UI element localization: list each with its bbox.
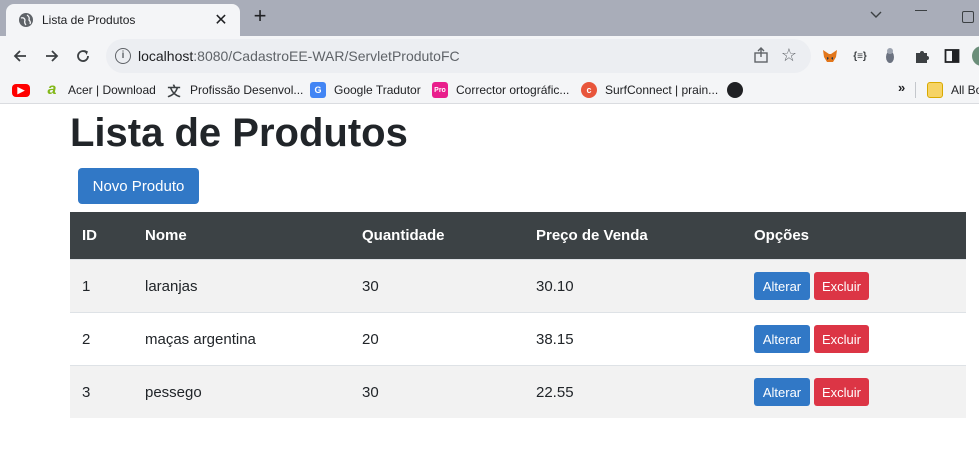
tab-lista-de-produtos[interactable]: Lista de Produtos ✕ bbox=[6, 4, 240, 36]
surfconnect-icon: c bbox=[581, 82, 597, 98]
bookmark-profissao[interactable]: 文 Profissão Desenvol... bbox=[166, 80, 303, 100]
maximize-button[interactable] bbox=[962, 11, 974, 23]
side-panel-icon[interactable] bbox=[942, 46, 962, 66]
page-title: Lista de Produtos bbox=[70, 111, 408, 155]
edit-button[interactable]: Alterar bbox=[754, 378, 810, 406]
column-header-nome: Nome bbox=[145, 227, 187, 244]
chevron-down-icon[interactable] bbox=[870, 8, 882, 22]
bookmark-acer[interactable]: a Acer | Download bbox=[44, 80, 156, 100]
column-header-preco: Preço de Venda bbox=[536, 227, 648, 244]
divider bbox=[915, 82, 916, 98]
delete-button[interactable]: Excluir bbox=[814, 325, 869, 353]
metamask-icon[interactable] bbox=[820, 46, 840, 66]
cell-nome: laranjas bbox=[145, 277, 198, 295]
address-bar[interactable]: i localhost:8080/CadastroEE-WAR/ServletP… bbox=[106, 39, 811, 73]
forward-arrow-icon[interactable] bbox=[41, 45, 63, 67]
new-product-button[interactable]: Novo Produto bbox=[78, 168, 199, 204]
tab-strip: Lista de Produtos ✕ + bbox=[0, 0, 979, 36]
cell-quantidade: 30 bbox=[362, 277, 379, 295]
bookmark-label: SurfConnect | prain... bbox=[605, 83, 719, 97]
reload-icon[interactable] bbox=[72, 45, 94, 67]
url-text[interactable]: localhost:8080/CadastroEE-WAR/ServletPro… bbox=[138, 48, 460, 64]
bookmark-corrector[interactable]: Pro Corrector ortográfic... bbox=[432, 80, 569, 100]
bookmarks-overflow-button[interactable]: » bbox=[898, 80, 905, 95]
cell-nome: maças argentina bbox=[145, 330, 256, 348]
cell-opcoes: Alterar Excluir bbox=[754, 313, 869, 365]
translate-icon: 文 bbox=[167, 83, 181, 99]
bookmark-google-tradutor[interactable]: G Google Tradutor bbox=[310, 80, 421, 100]
spellcheck-icon: Pro bbox=[432, 82, 448, 98]
url-path: :8080/CadastroEE-WAR/ServletProdutoFC bbox=[193, 48, 460, 64]
all-bookmarks-label: All Bo bbox=[951, 83, 979, 97]
back-arrow-icon[interactable] bbox=[9, 45, 31, 67]
browser-toolbar: i localhost:8080/CadastroEE-WAR/ServletP… bbox=[0, 36, 979, 76]
browser-window: Lista de Produtos ✕ + i localhost:8080/C… bbox=[0, 0, 979, 473]
bookmark-label: Corrector ortográfic... bbox=[456, 83, 570, 97]
puzzle-icon[interactable] bbox=[912, 46, 932, 66]
url-host: localhost bbox=[138, 48, 194, 64]
google-translate-icon: G bbox=[310, 82, 326, 98]
acer-icon: a bbox=[47, 81, 57, 98]
bookmark-label: Profissão Desenvol... bbox=[190, 83, 304, 97]
bookmark-surfconnect[interactable]: c SurfConnect | prain... bbox=[581, 80, 718, 100]
cell-quantidade: 20 bbox=[362, 330, 379, 348]
folder-icon bbox=[927, 82, 943, 98]
info-icon[interactable]: i bbox=[115, 48, 131, 64]
all-bookmarks[interactable]: All Bo bbox=[927, 80, 979, 100]
column-header-quantidade: Quantidade bbox=[362, 227, 445, 244]
cell-opcoes: Alterar Excluir bbox=[754, 260, 869, 312]
bookmark-globe[interactable] bbox=[727, 80, 751, 100]
globe-icon bbox=[727, 82, 743, 98]
page-content: Lista de Produtos Novo Produto ID Nome Q… bbox=[0, 105, 979, 473]
bookmark-label: Google Tradutor bbox=[334, 83, 421, 97]
table-header: ID Nome Quantidade Preço de Venda Opções bbox=[70, 212, 966, 259]
youtube-bookmark[interactable]: ▶ bbox=[12, 80, 38, 100]
delete-button[interactable]: Excluir bbox=[814, 272, 869, 300]
table-row: 1 laranjas 30 30.10 Alterar Excluir bbox=[70, 259, 966, 312]
bookmark-label: Acer | Download bbox=[68, 83, 156, 97]
cell-id: 3 bbox=[82, 383, 91, 401]
cell-id: 2 bbox=[82, 330, 91, 348]
share-icon[interactable] bbox=[753, 47, 769, 66]
new-tab-button[interactable]: + bbox=[249, 5, 271, 28]
minimize-button[interactable] bbox=[915, 10, 927, 11]
delete-button[interactable]: Excluir bbox=[814, 378, 869, 406]
youtube-icon: ▶ bbox=[12, 83, 30, 97]
bookmarks-bar: ▶ a Acer | Download 文 Profissão Desenvol… bbox=[0, 76, 979, 104]
edit-button[interactable]: Alterar bbox=[754, 325, 810, 353]
table-row: 3 pessego 30 22.55 Alterar Excluir bbox=[70, 365, 966, 418]
table-row: 2 maças argentina 20 38.15 Alterar Exclu… bbox=[70, 312, 966, 365]
edit-button[interactable]: Alterar bbox=[754, 272, 810, 300]
cell-preco: 30.10 bbox=[536, 277, 574, 295]
extension-icon[interactable] bbox=[880, 46, 900, 66]
globe-icon bbox=[18, 12, 34, 28]
column-header-opcoes: Opções bbox=[754, 227, 810, 244]
column-header-id: ID bbox=[82, 227, 97, 244]
profile-avatar[interactable] bbox=[969, 46, 979, 66]
cell-preco: 38.15 bbox=[536, 330, 574, 348]
json-viewer-icon[interactable]: {≡} bbox=[850, 46, 870, 66]
cell-quantidade: 30 bbox=[362, 383, 379, 401]
cell-nome: pessego bbox=[145, 383, 202, 401]
cell-opcoes: Alterar Excluir bbox=[754, 366, 869, 418]
cell-preco: 22.55 bbox=[536, 383, 574, 401]
star-icon[interactable]: ☆ bbox=[781, 45, 797, 66]
cell-id: 1 bbox=[82, 277, 91, 295]
products-table: ID Nome Quantidade Preço de Venda Opções… bbox=[70, 212, 966, 418]
tab-title: Lista de Produtos bbox=[42, 13, 136, 27]
close-icon[interactable]: ✕ bbox=[212, 10, 230, 30]
